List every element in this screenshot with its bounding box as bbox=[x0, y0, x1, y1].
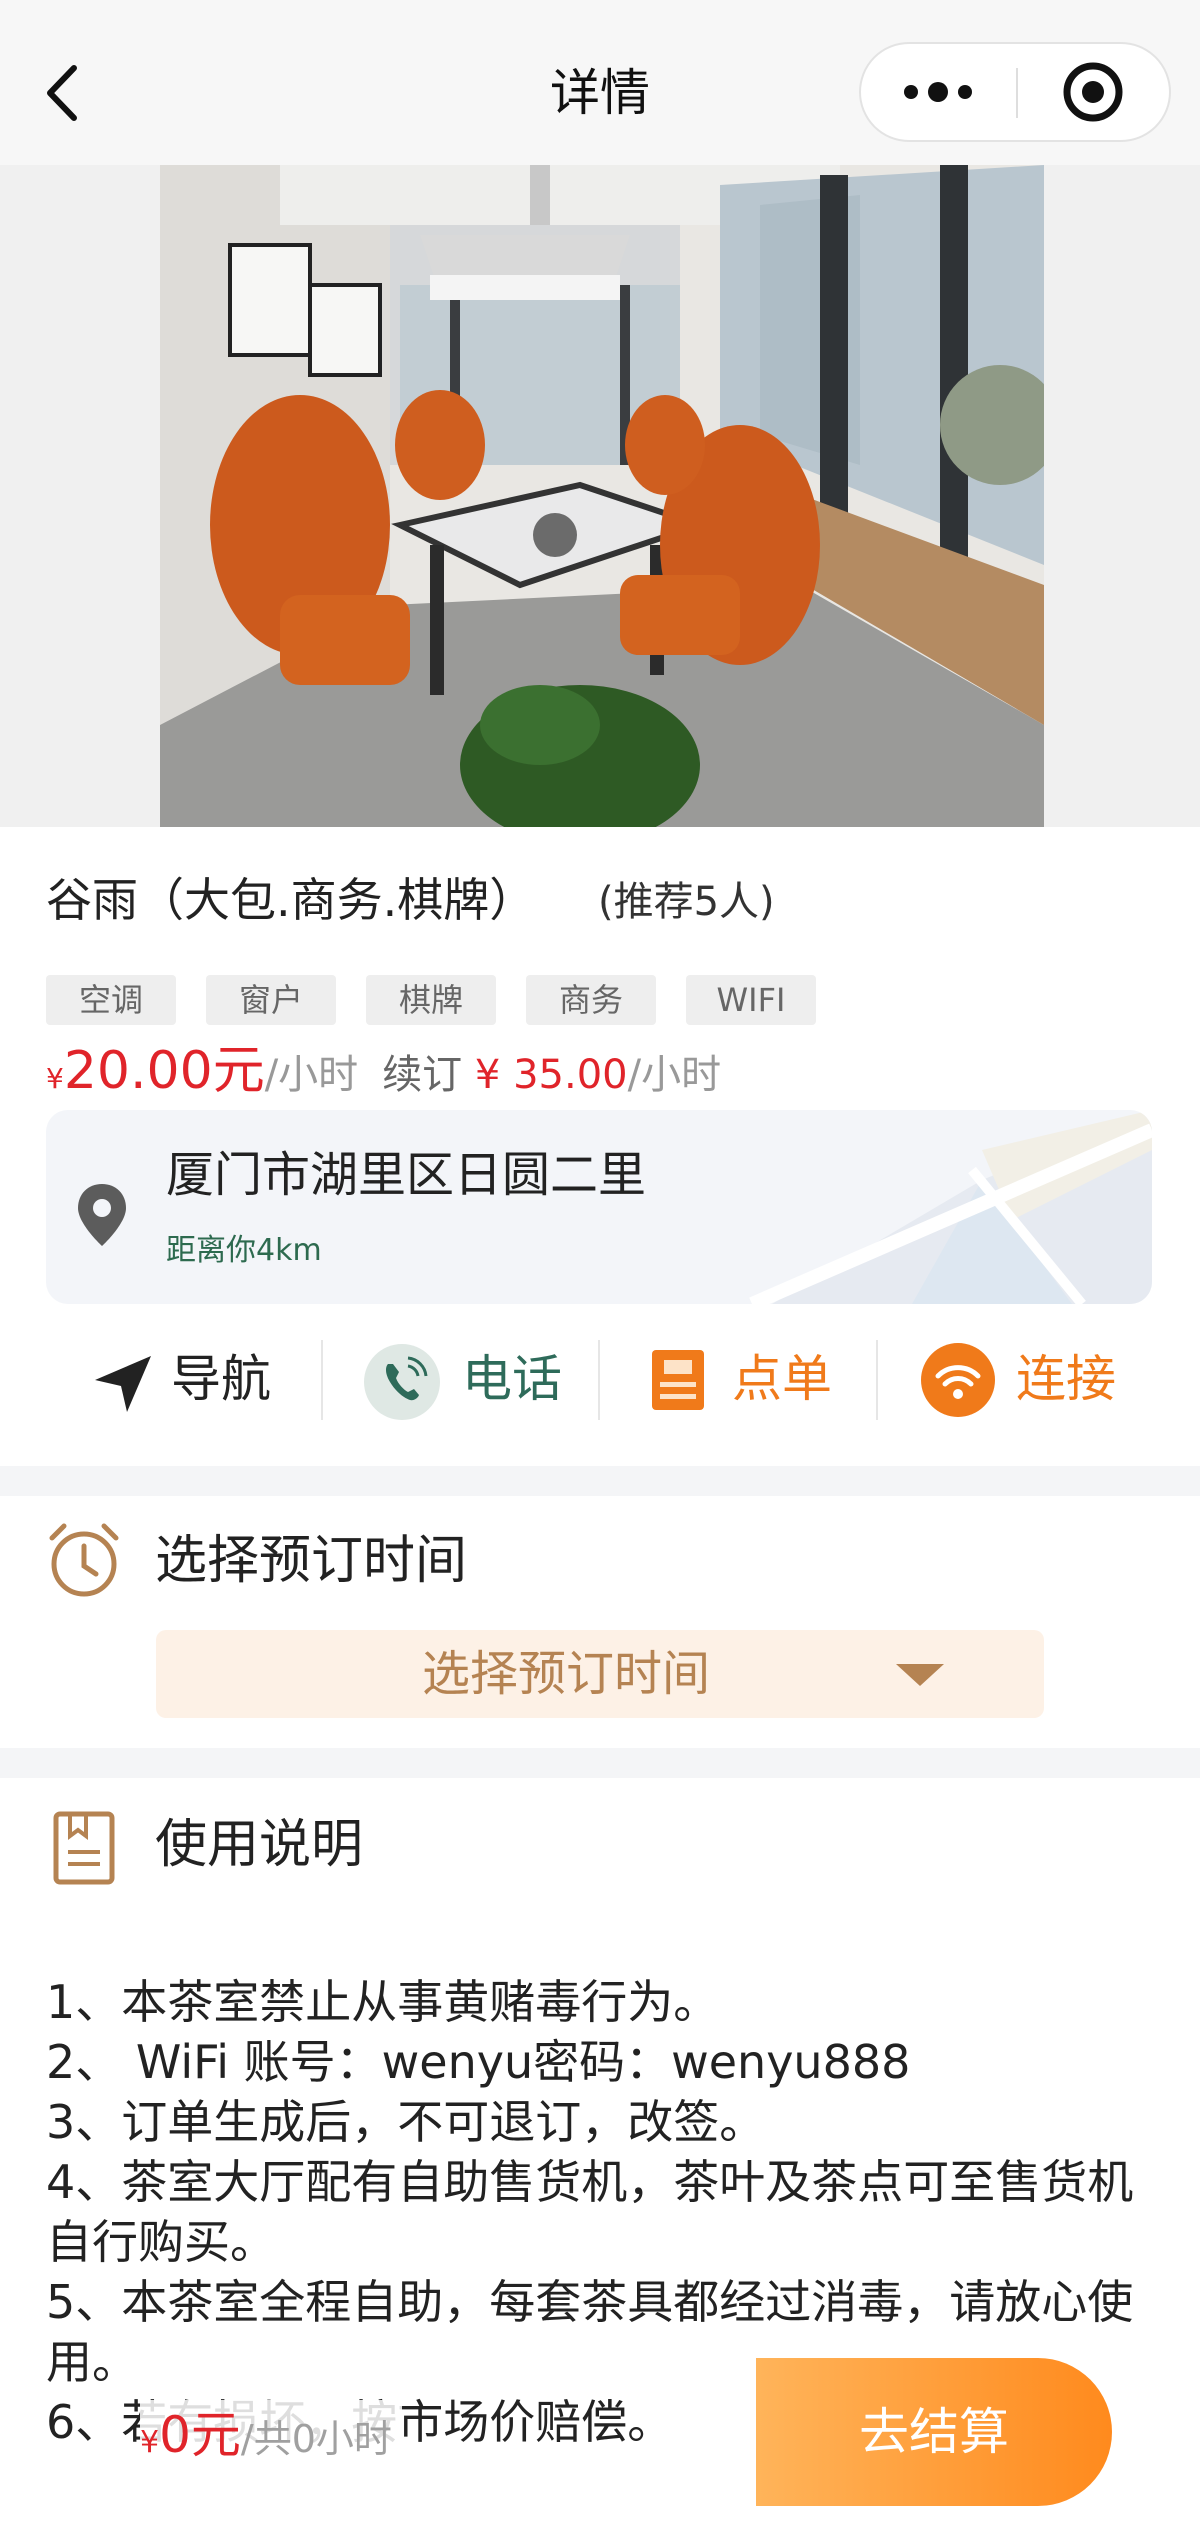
select-booking-time-button[interactable]: 选择预订时间 bbox=[156, 1630, 1044, 1718]
order-menu-icon bbox=[652, 1350, 704, 1410]
total-currency: ¥ bbox=[140, 2425, 160, 2460]
tag-window: 窗户 bbox=[206, 975, 336, 1025]
action-divider bbox=[876, 1340, 878, 1420]
room-photo[interactable] bbox=[160, 165, 1044, 827]
booking-section-title: 选择预订时间 bbox=[155, 1531, 468, 1591]
price-currency: ¥ bbox=[46, 1062, 64, 1095]
address-text: 厦门市湖里区日圆二里 bbox=[166, 1147, 647, 1203]
phone-button[interactable]: 电话 bbox=[362, 1330, 602, 1430]
price-row: ¥20.00元/小时 续订 ¥ 35.00/小时 bbox=[46, 1036, 721, 1106]
note-item: 1、本茶室禁止从事黄赌毒行为。 bbox=[46, 1975, 720, 2029]
note-item: 4、茶室大厅配有自助售货机，茶叶及茶点可至售货机自行购买。 bbox=[46, 2155, 1134, 2269]
location-pin-icon bbox=[78, 1184, 126, 1246]
alarm-clock-icon bbox=[49, 1523, 119, 1597]
price-amount: 20.00元 bbox=[63, 1041, 265, 1101]
note-item: 3、订单生成后，不可退订，改签。 bbox=[46, 2095, 766, 2149]
tag-air-conditioning: 空调 bbox=[46, 975, 176, 1025]
room-title: 谷雨（大包.商务.棋牌） bbox=[46, 873, 536, 927]
caret-down-icon bbox=[896, 1664, 944, 1686]
action-divider bbox=[598, 1340, 600, 1420]
map-background-graphic bbox=[749, 1110, 1152, 1304]
renew-amount: 35.00 bbox=[513, 1052, 628, 1098]
tag-business: 商务 bbox=[526, 975, 656, 1025]
feature-tags: 空调 窗户 棋牌 商务 WIFI bbox=[46, 975, 816, 1025]
action-divider bbox=[321, 1340, 323, 1420]
more-button[interactable] bbox=[861, 44, 1016, 140]
tag-chess-cards: 棋牌 bbox=[366, 975, 496, 1025]
address-card[interactable]: 厦门市湖里区日圆二里 距离你4km bbox=[46, 1110, 1152, 1304]
connect-wifi-button[interactable]: 连接 bbox=[920, 1330, 1152, 1430]
renew-label: 续订 bbox=[382, 1052, 463, 1098]
navigation-arrow-icon bbox=[95, 1356, 151, 1412]
target-close-icon bbox=[1063, 62, 1123, 122]
navigate-label: 导航 bbox=[171, 1350, 271, 1408]
checkout-label: 去结算 bbox=[859, 2403, 1009, 2461]
close-mini-program-button[interactable] bbox=[1018, 44, 1169, 140]
action-bar: 导航 电话 点单 连接 bbox=[46, 1330, 1152, 1430]
checkout-button[interactable]: 去结算 bbox=[756, 2358, 1112, 2506]
renew-currency: ¥ bbox=[474, 1052, 501, 1098]
total-hours: /共0小时 bbox=[240, 2417, 392, 2461]
total-amount: 0元 bbox=[159, 2406, 241, 2464]
wifi-icon bbox=[921, 1343, 995, 1417]
tag-wifi: WIFI bbox=[686, 975, 816, 1025]
distance-text: 距离你4km bbox=[166, 1233, 322, 1268]
document-icon bbox=[53, 1811, 115, 1885]
connect-label: 连接 bbox=[1016, 1350, 1116, 1408]
more-dots-icon bbox=[904, 82, 972, 102]
mini-program-capsule bbox=[859, 42, 1171, 142]
section-separator bbox=[0, 1466, 1200, 1496]
usage-section-title: 使用说明 bbox=[155, 1815, 364, 1875]
phone-label: 电话 bbox=[462, 1350, 562, 1408]
section-separator bbox=[0, 1748, 1200, 1778]
note-item: 2、 WiFi 账号：wenyu密码：wenyu888 bbox=[46, 2035, 911, 2089]
recommended-capacity: (推荐5人) bbox=[598, 879, 775, 925]
renew-unit: /小时 bbox=[627, 1052, 722, 1098]
order-total: ¥0元/共0小时 bbox=[140, 2400, 402, 2470]
phone-icon bbox=[364, 1344, 440, 1420]
order-button[interactable]: 点单 bbox=[650, 1330, 890, 1430]
top-navigation-bar: 详情 bbox=[0, 0, 1200, 165]
order-label: 点单 bbox=[732, 1350, 832, 1408]
price-unit: /小时 bbox=[264, 1052, 359, 1098]
booking-button-label: 选择预订时间 bbox=[421, 1646, 710, 1702]
navigate-button[interactable]: 导航 bbox=[91, 1330, 321, 1430]
